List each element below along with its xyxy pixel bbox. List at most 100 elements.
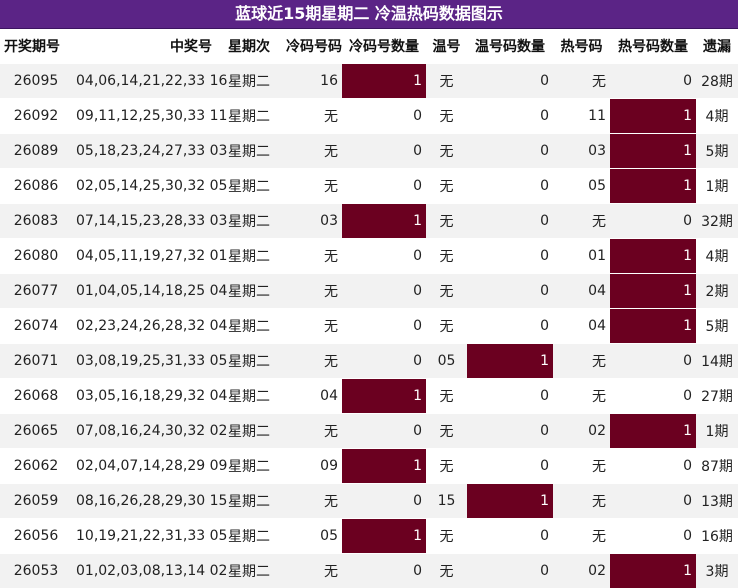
cell-omission: 4期 [696, 239, 738, 274]
cell-hot-count: 0 [610, 204, 696, 239]
cell-numbers: 03,08,19,25,31,33 05 [72, 344, 216, 379]
cell-cold-number: 无 [282, 309, 342, 344]
cell-warm-count: 0 [467, 519, 553, 554]
cell-cold-number: 无 [282, 554, 342, 588]
cell-hot-count: 1 [610, 554, 696, 588]
col-header-numbers: 中奖号 [72, 29, 216, 64]
table-row: 2608905,18,23,24,27,33 03星期二无0无00315期 [0, 134, 738, 169]
cell-warm-count: 0 [467, 99, 553, 134]
cell-issue: 26077 [0, 274, 72, 309]
cell-hot-count: 1 [610, 99, 696, 134]
cell-cold-count: 0 [342, 309, 426, 344]
cell-warm-count: 0 [467, 554, 553, 588]
cell-cold-number: 无 [282, 169, 342, 204]
cell-hot-count: 0 [610, 379, 696, 414]
cell-issue: 26083 [0, 204, 72, 239]
cell-issue: 26080 [0, 239, 72, 274]
cell-hot-number: 03 [553, 134, 610, 169]
col-header-cold-count: 冷码号数量 [342, 29, 426, 64]
col-header-issue: 开奖期号 [0, 29, 72, 64]
cell-issue: 26059 [0, 484, 72, 519]
cell-cold-count: 0 [342, 169, 426, 204]
table-row: 2606202,04,07,14,28,29 09星期二091无0无087期 [0, 449, 738, 484]
col-header-hot-count: 热号码数量 [610, 29, 696, 64]
cell-hot-count: 1 [610, 414, 696, 449]
col-header-warm-number: 温号 [426, 29, 467, 64]
cell-numbers: 04,06,14,21,22,33 16 [72, 64, 216, 99]
cell-warm-count: 0 [467, 309, 553, 344]
cell-hot-count: 1 [610, 134, 696, 169]
cell-hot-number: 04 [553, 274, 610, 309]
cell-cold-number: 03 [282, 204, 342, 239]
cell-warm-number: 无 [426, 134, 467, 169]
cell-hot-number: 无 [553, 344, 610, 379]
table-row: 2609209,11,12,25,30,33 11星期二无0无01114期 [0, 99, 738, 134]
cell-warm-count: 0 [467, 239, 553, 274]
cell-cold-count: 1 [342, 204, 426, 239]
cell-cold-count: 0 [342, 99, 426, 134]
cell-cold-number: 无 [282, 239, 342, 274]
cell-cold-count: 0 [342, 414, 426, 449]
cell-numbers: 03,05,16,18,29,32 04 [72, 379, 216, 414]
cell-hot-number: 无 [553, 484, 610, 519]
cell-omission: 13期 [696, 484, 738, 519]
cell-cold-count: 0 [342, 274, 426, 309]
cell-warm-number: 无 [426, 64, 467, 99]
cell-hot-count: 1 [610, 309, 696, 344]
cell-numbers: 05,18,23,24,27,33 03 [72, 134, 216, 169]
table-row: 2608307,14,15,23,28,33 03星期二031无0无032期 [0, 204, 738, 239]
cell-cold-number: 无 [282, 274, 342, 309]
cell-omission: 1期 [696, 169, 738, 204]
cell-numbers: 01,02,03,08,13,14 02 [72, 554, 216, 588]
table-row: 2607103,08,19,25,31,33 05星期二无0051无014期 [0, 344, 738, 379]
table-row: 2605301,02,03,08,13,14 02星期二无0无00213期 [0, 554, 738, 588]
cell-warm-count: 0 [467, 449, 553, 484]
cell-issue: 26071 [0, 344, 72, 379]
cell-numbers: 10,19,21,22,31,33 05 [72, 519, 216, 554]
cold-warm-hot-table: 开奖期号 中奖号 星期次 冷码号码 冷码号数量 温号 温号码数量 热号码 热号码… [0, 29, 738, 588]
cell-warm-number: 无 [426, 204, 467, 239]
cell-issue: 26074 [0, 309, 72, 344]
cell-omission: 5期 [696, 309, 738, 344]
cell-warm-count: 0 [467, 169, 553, 204]
cell-numbers: 08,16,26,28,29,30 15 [72, 484, 216, 519]
cell-cold-number: 无 [282, 484, 342, 519]
table-row: 2607701,04,05,14,18,25 04星期二无0无00412期 [0, 274, 738, 309]
cell-omission: 5期 [696, 134, 738, 169]
col-header-hot-number: 热号码 [553, 29, 610, 64]
cell-warm-count: 0 [467, 204, 553, 239]
cell-numbers: 02,04,07,14,28,29 09 [72, 449, 216, 484]
cell-hot-number: 02 [553, 414, 610, 449]
cell-numbers: 09,11,12,25,30,33 11 [72, 99, 216, 134]
cell-hot-number: 无 [553, 519, 610, 554]
cell-warm-number: 05 [426, 344, 467, 379]
cell-numbers: 02,05,14,25,30,32 05 [72, 169, 216, 204]
cell-cold-number: 05 [282, 519, 342, 554]
table-row: 2607402,23,24,26,28,32 04星期二无0无00415期 [0, 309, 738, 344]
cell-warm-count: 0 [467, 64, 553, 99]
cell-cold-count: 0 [342, 134, 426, 169]
cell-warm-count: 0 [467, 134, 553, 169]
cell-warm-number: 无 [426, 169, 467, 204]
table-row: 2609504,06,14,21,22,33 16星期二161无0无028期 [0, 64, 738, 99]
cell-warm-number: 15 [426, 484, 467, 519]
cell-numbers: 01,04,05,14,18,25 04 [72, 274, 216, 309]
cell-issue: 26053 [0, 554, 72, 588]
cell-issue: 26062 [0, 449, 72, 484]
cell-warm-number: 无 [426, 239, 467, 274]
table-row: 2608004,05,11,19,27,32 01星期二无0无00114期 [0, 239, 738, 274]
cell-cold-number: 无 [282, 134, 342, 169]
cell-issue: 26092 [0, 99, 72, 134]
cell-omission: 28期 [696, 64, 738, 99]
page-title: 蓝球近15期星期二 冷温热码数据图示 [0, 0, 738, 29]
cell-warm-number: 无 [426, 554, 467, 588]
table-row: 2606803,05,16,18,29,32 04星期二041无0无027期 [0, 379, 738, 414]
cell-omission: 14期 [696, 344, 738, 379]
table-row: 2605908,16,26,28,29,30 15星期二无0151无013期 [0, 484, 738, 519]
cell-hot-number: 无 [553, 64, 610, 99]
cell-cold-count: 0 [342, 484, 426, 519]
cell-cold-number: 无 [282, 344, 342, 379]
cell-numbers: 02,23,24,26,28,32 04 [72, 309, 216, 344]
cell-hot-number: 无 [553, 379, 610, 414]
cell-issue: 26086 [0, 169, 72, 204]
